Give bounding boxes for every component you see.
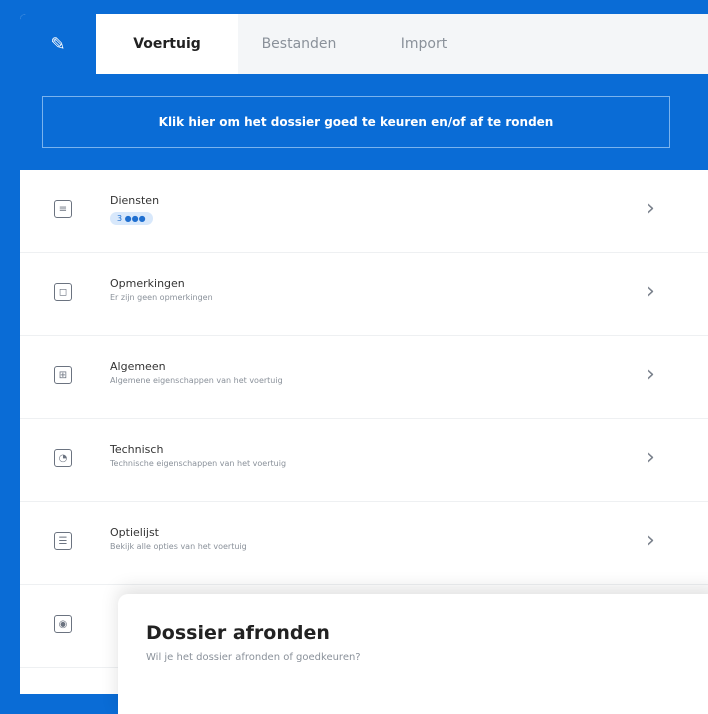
list-item-subtitle: Er zijn geen opmerkingen — [110, 293, 213, 302]
tab-bestanden[interactable]: Bestanden — [238, 14, 360, 74]
comment-icon: ◻ — [54, 283, 72, 301]
chevron-right-icon: › — [646, 445, 655, 470]
grid-icon: ⊞ — [54, 366, 72, 384]
list-icon: ☰ — [54, 532, 72, 550]
list-item-optielijst[interactable]: ☰ Optielijst Bekijk alle opties van het … — [20, 502, 708, 585]
chevron-right-icon: › — [646, 196, 655, 221]
list-item-diensten[interactable]: ≡ Diensten 3 ●●● › — [20, 170, 708, 253]
list-item-algemeen[interactable]: ⊞ Algemeen Algemene eigenschappen van he… — [20, 336, 708, 419]
pencil-icon: ✎ — [50, 33, 66, 55]
status-badge: 3 ●●● — [110, 212, 153, 225]
modal-title: Dossier afronden — [146, 622, 330, 644]
list-item-subtitle: Algemene eigenschappen van het voertuig — [110, 376, 283, 385]
list-item-title: Algemeen — [110, 360, 166, 373]
vehicle-panel: ✎ Voertuig Bestanden Import Klik hier om… — [20, 14, 708, 694]
list-item-title: Technisch — [110, 443, 164, 456]
list-item-opmerkingen[interactable]: ◻ Opmerkingen Er zijn geen opmerkingen › — [20, 253, 708, 336]
chevron-right-icon: › — [646, 528, 655, 553]
list-item-title: Diensten — [110, 194, 160, 207]
list-item-technisch[interactable]: ◔ Technisch Technische eigenschappen van… — [20, 419, 708, 502]
chevron-right-icon: › — [646, 362, 655, 387]
chevron-right-icon: › — [646, 279, 655, 304]
list-item-subtitle: Bekijk alle opties van het voertuig — [110, 542, 247, 551]
tab-import[interactable]: Import — [360, 14, 488, 74]
car-icon: ◉ — [54, 615, 72, 633]
list-item-title: Opmerkingen — [110, 277, 185, 290]
edit-tab[interactable]: ✎ — [20, 14, 96, 74]
list-item-subtitle: Technische eigenschappen van het voertui… — [110, 459, 287, 468]
approve-dossier-button[interactable]: Klik hier om het dossier goed te keuren … — [42, 96, 670, 148]
document-icon: ≡ — [54, 200, 72, 218]
finish-dossier-modal: Dossier afronden Wil je het dossier afro… — [118, 594, 708, 714]
tab-voertuig[interactable]: Voertuig — [96, 14, 238, 74]
list-item-title: Optielijst — [110, 526, 159, 539]
gauge-icon: ◔ — [54, 449, 72, 467]
modal-subtitle: Wil je het dossier afronden of goedkeure… — [146, 652, 361, 663]
approve-banner: Klik hier om het dossier goed te keuren … — [20, 74, 708, 170]
tab-bar: ✎ Voertuig Bestanden Import — [20, 14, 708, 74]
